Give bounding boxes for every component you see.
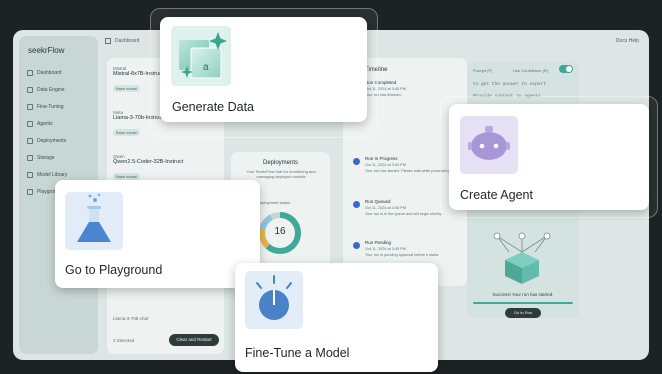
deployments-title: Deployments	[262, 160, 298, 166]
sidebar-item-dashboard[interactable]: Dashboard	[27, 70, 61, 76]
breadcrumb: Dashboard	[105, 38, 139, 44]
sidebar-item-storage[interactable]: Storage	[27, 155, 55, 161]
clear-restart-button[interactable]: Clear and Restart	[169, 334, 219, 346]
model-row[interactable]: Qwen Qwen2.5-Coder-32B-Instruct Base mod…	[113, 154, 183, 183]
timeline-item-desc: Your run is pending approval before it s…	[365, 253, 440, 257]
generate-data-label: Generate Data	[172, 100, 254, 114]
breadcrumb-label[interactable]: Dashboard	[115, 38, 139, 44]
timeline-item-desc: Your run has finished.	[365, 93, 402, 97]
top-links[interactable]: Docs Help	[616, 38, 639, 44]
status-dot	[353, 201, 360, 208]
agent-network-illustration	[493, 232, 551, 284]
tune-icon	[27, 104, 33, 110]
menu-icon[interactable]	[105, 38, 111, 44]
timeline-item-date: Oct 11, 2024 at 3:45 PM	[365, 247, 406, 251]
success-message: Success! Your run has started.	[492, 292, 554, 297]
logo-main: seekr	[28, 46, 48, 55]
fine-tune-card[interactable]: Fine-Tune a Model	[235, 263, 438, 372]
sidebar-item-data-engine[interactable]: Data Engine	[27, 87, 65, 93]
fine-tune-dial-icon	[245, 271, 303, 329]
prompt-line: to get the answer to expert	[473, 82, 546, 87]
deployments-subtitle: Deployment status	[257, 200, 291, 205]
sidebar-item-label: Data Engine	[37, 87, 65, 93]
fine-tune-label: Fine-Tune a Model	[245, 346, 350, 360]
flask-icon	[65, 192, 123, 250]
sidebar-item-label: Dashboard	[37, 70, 62, 76]
playground-card[interactable]: Go to Playground	[55, 180, 260, 288]
timeline-item-title: Run Queued	[365, 199, 391, 204]
timeline-item-title: Run In Progress	[365, 156, 398, 161]
status-dot	[353, 158, 360, 165]
toggle-knob	[566, 66, 572, 72]
storage-icon	[27, 155, 33, 161]
prompt-label: Prompt (P)	[473, 68, 493, 73]
sidebar-item-agents[interactable]: Agents	[27, 121, 53, 127]
logo-sub: Flow	[47, 46, 65, 55]
data-icon	[27, 87, 33, 93]
model-tag: Base model	[113, 173, 141, 180]
confidence-toggle[interactable]	[559, 65, 573, 73]
sidebar-item-fine-tuning[interactable]: Fine-Tuning	[27, 104, 64, 110]
timeline-item-date: Oct 11, 2024 at 3:45 PM	[365, 206, 406, 210]
confidence-label: Use Confidence (R)	[513, 68, 549, 73]
model-name: Qwen2.5-Coder-32B-Instruct	[113, 159, 184, 165]
model-tag: Base model	[113, 129, 141, 136]
library-icon	[27, 172, 33, 178]
model-tag: Base model	[113, 85, 141, 92]
agent-icon	[460, 116, 518, 174]
deployment-count: 16	[274, 226, 286, 237]
model-row[interactable]: Llama-3-70b-chat	[113, 316, 148, 321]
app-logo: seekrFlow	[28, 46, 64, 55]
playground-label: Go to Playground	[65, 263, 163, 277]
timeline-item-date: Oct 11, 2024 at 3:45 PM	[365, 163, 406, 167]
run-progress-bar	[473, 302, 573, 304]
sidebar-item-deployments[interactable]: Deployments	[27, 138, 66, 144]
status-dot	[353, 242, 360, 249]
go-to-run-button[interactable]: Go to Run	[505, 308, 541, 318]
sidebar-item-label: Agents	[37, 121, 53, 127]
sidebar-item-model-library[interactable]: Model Library	[27, 172, 67, 178]
sidebar-item-label: Model Library	[37, 172, 68, 178]
playground-icon	[27, 189, 33, 195]
create-agent-card[interactable]: Create Agent	[449, 104, 649, 210]
deployments-desc: Your SeekrFlow hub for monitoring and ma…	[246, 169, 316, 179]
svg-text:a: a	[203, 62, 209, 73]
sidebar-item-label: Deployments	[37, 138, 67, 144]
create-agent-label: Create Agent	[460, 188, 533, 202]
generate-data-card[interactable]: a Generate Data	[160, 17, 367, 122]
dashboard-icon	[27, 70, 33, 76]
sidebar-item-label: Fine-Tuning	[37, 104, 64, 110]
selection-count: 2 Selected	[113, 338, 135, 343]
deploy-icon	[27, 138, 33, 144]
sidebar-item-label: Storage	[37, 155, 55, 161]
agent-icon	[27, 121, 33, 127]
generate-data-icon: a	[171, 26, 231, 86]
timeline-item-title: Run Pending	[365, 240, 392, 245]
